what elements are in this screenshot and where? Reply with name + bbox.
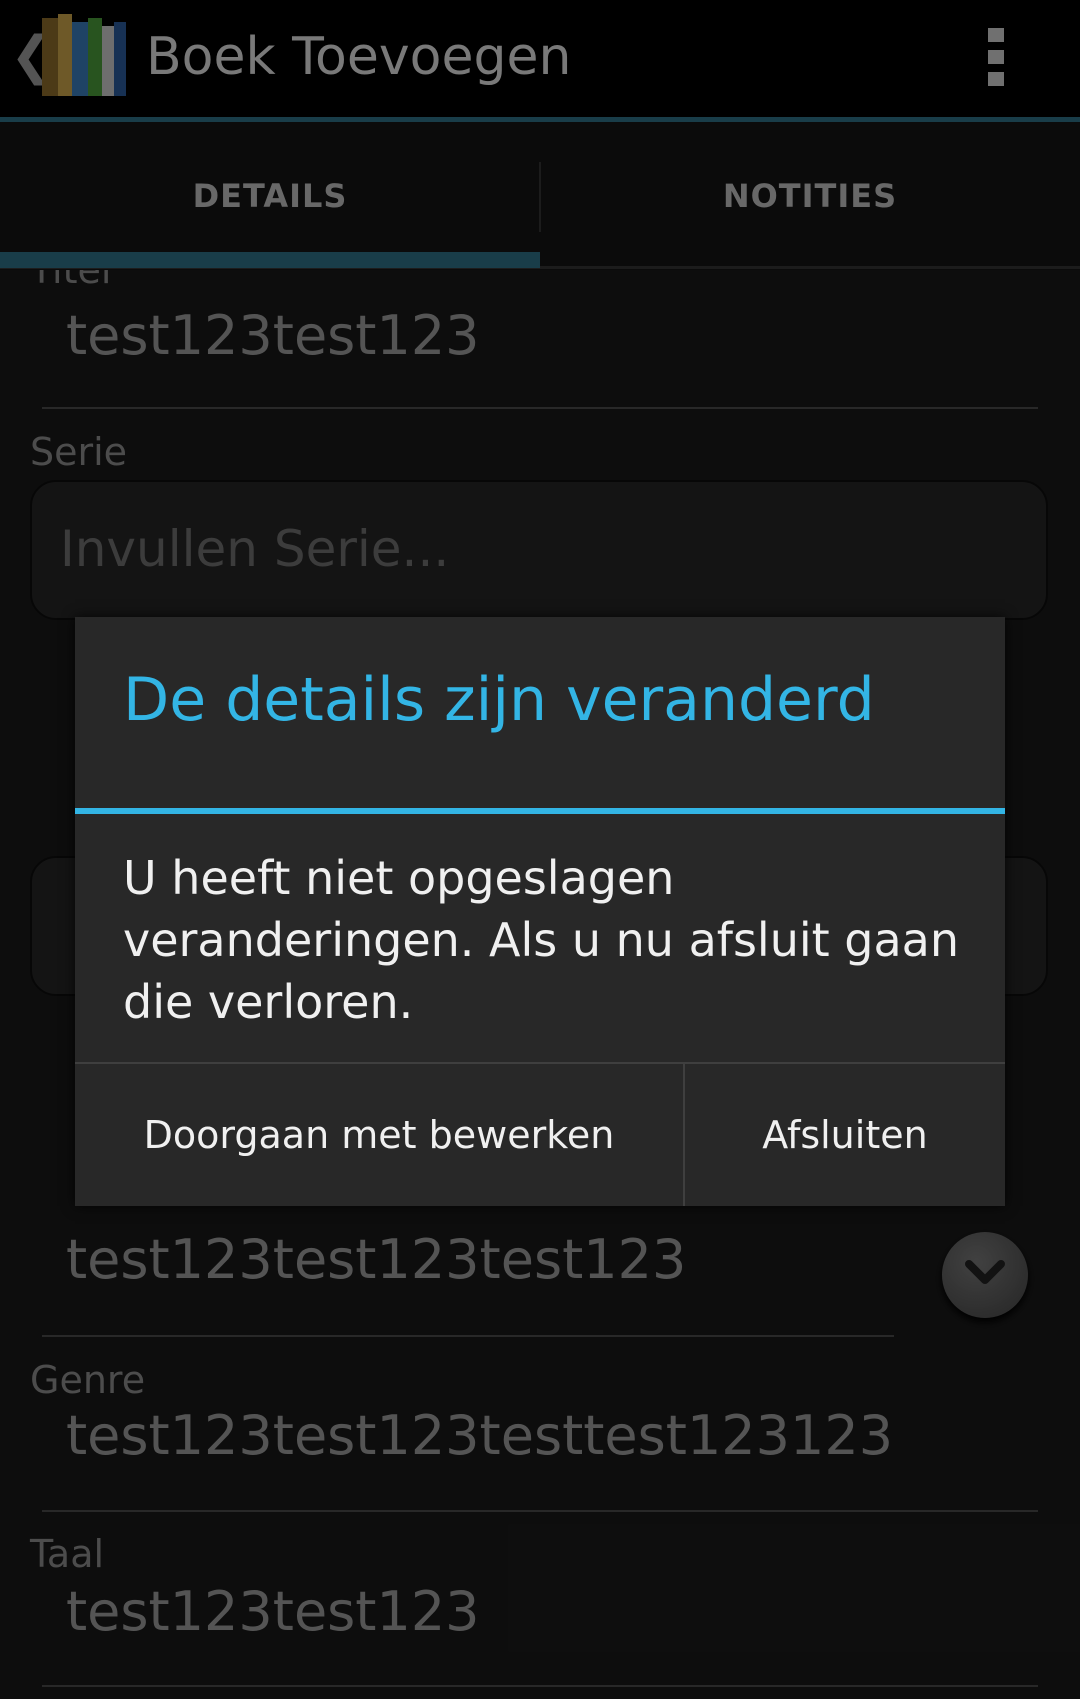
dialog-message: U heeft niet opgeslagen veranderingen. A… [123, 851, 960, 1029]
continue-editing-button[interactable]: Doorgaan met bewerken [75, 1064, 683, 1206]
unsaved-changes-dialog: De details zijn veranderd U heeft niet o… [75, 617, 1005, 1206]
dialog-title: De details zijn veranderd [123, 665, 875, 735]
dialog-button-bar: Doorgaan met bewerken Afsluiten [75, 1062, 1005, 1206]
dialog-title-divider [75, 808, 1005, 814]
close-button[interactable]: Afsluiten [685, 1064, 1005, 1206]
